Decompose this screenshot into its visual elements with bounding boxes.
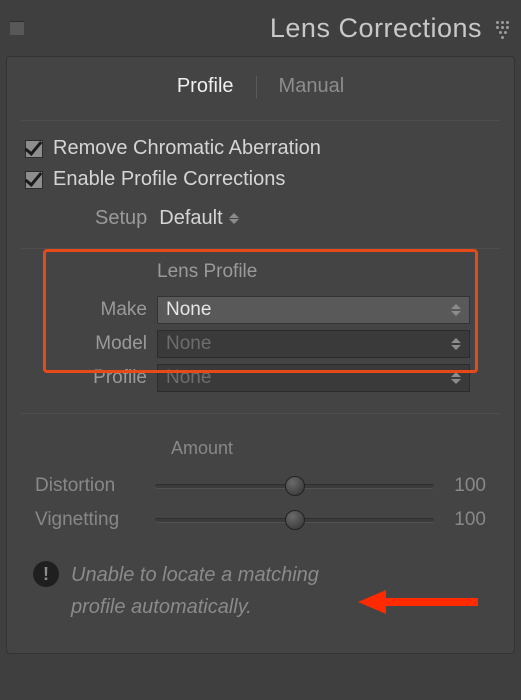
profile-row: Profile None <box>51 361 470 395</box>
panel-body: Profile Manual Remove Chromatic Aberrati… <box>6 56 515 654</box>
warning-icon: ! <box>33 561 59 587</box>
lens-profile-section: Lens Profile Make None Model None Profil… <box>51 259 470 395</box>
tab-manual[interactable]: Manual <box>275 75 349 98</box>
distortion-label: Distortion <box>35 475 143 497</box>
model-value: None <box>166 333 211 355</box>
tab-profile[interactable]: Profile <box>173 75 238 98</box>
amount-section: Amount Distortion 100 Vignetting 100 <box>35 438 486 537</box>
vignetting-slider[interactable] <box>155 509 434 531</box>
stepper-icon <box>229 213 239 224</box>
checkmark-icon <box>25 171 43 189</box>
panel-disclosure-icon[interactable] <box>10 21 24 35</box>
stepper-icon <box>451 338 461 350</box>
enable-profile-label: Enable Profile Corrections <box>53 168 285 191</box>
stepper-icon <box>451 372 461 384</box>
vignetting-value[interactable]: 100 <box>446 509 486 531</box>
setup-label: Setup <box>95 207 147 230</box>
warning-text: Unable to locate a matching profile auto… <box>71 559 371 623</box>
make-dropdown[interactable]: None <box>157 296 470 324</box>
profile-label: Profile <box>51 367 147 389</box>
warning-row: ! Unable to locate a matching profile au… <box>33 559 486 623</box>
model-dropdown[interactable]: None <box>157 330 470 358</box>
divider <box>21 248 500 249</box>
panel-switch-icon[interactable] <box>496 17 509 39</box>
slider-thumb[interactable] <box>285 476 305 496</box>
remove-chroma-checkbox-row[interactable]: Remove Chromatic Aberration <box>25 133 496 164</box>
panel-title: Lens Corrections <box>24 13 482 44</box>
annotation-arrow-icon <box>358 587 478 617</box>
checkbox-section: Remove Chromatic Aberration Enable Profi… <box>7 121 514 248</box>
amount-title: Amount <box>35 438 486 459</box>
profile-value: None <box>166 367 211 389</box>
lens-profile-title: Lens Profile <box>51 259 470 293</box>
model-label: Model <box>51 333 147 355</box>
tab-separator <box>256 76 257 98</box>
setup-row: Setup Default <box>25 195 496 248</box>
tab-row: Profile Manual <box>7 57 514 120</box>
distortion-value[interactable]: 100 <box>446 475 486 497</box>
vignetting-label: Vignetting <box>35 509 143 531</box>
distortion-slider[interactable] <box>155 475 434 497</box>
stepper-icon <box>451 304 461 316</box>
distortion-row: Distortion 100 <box>35 469 486 503</box>
checkmark-icon <box>25 140 43 158</box>
divider <box>21 413 500 414</box>
model-row: Model None <box>51 327 470 361</box>
vignetting-row: Vignetting 100 <box>35 503 486 537</box>
make-row: Make None <box>51 293 470 327</box>
make-label: Make <box>51 299 147 321</box>
setup-dropdown[interactable]: Default <box>159 207 238 230</box>
slider-thumb[interactable] <box>285 510 305 530</box>
profile-dropdown[interactable]: None <box>157 364 470 392</box>
remove-chroma-label: Remove Chromatic Aberration <box>53 137 321 160</box>
panel-header: Lens Corrections <box>0 0 521 56</box>
setup-value: Default <box>159 207 222 230</box>
make-value: None <box>166 299 211 321</box>
enable-profile-checkbox-row[interactable]: Enable Profile Corrections <box>25 164 496 195</box>
